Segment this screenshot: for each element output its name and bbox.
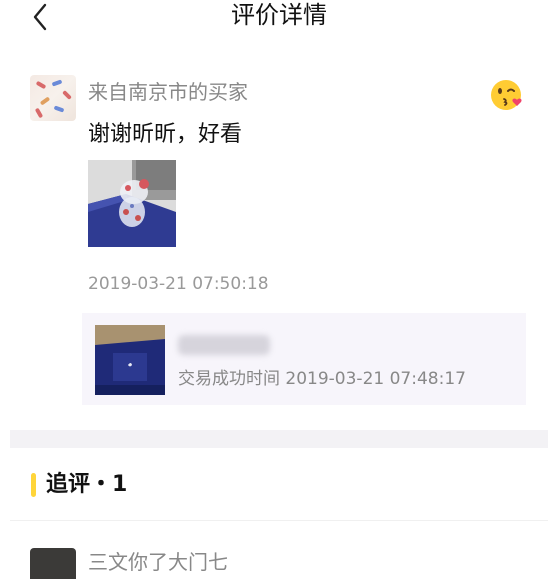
review-timestamp: 2019-03-21 07:50:18 xyxy=(88,274,269,294)
trade-success-time: 交易成功时间 2019-03-21 07:48:17 xyxy=(178,369,466,389)
product-name-blurred xyxy=(178,335,270,355)
followup-reviewer-avatar[interactable] xyxy=(30,548,76,579)
reviewer-avatar[interactable] xyxy=(30,75,76,121)
divider xyxy=(10,520,548,521)
followup-reviewer-name: 三文你了大门七 xyxy=(88,550,228,574)
kissing-face-heart-icon xyxy=(491,80,522,110)
nav-bar: 评价详情 xyxy=(0,0,558,40)
page-title: 评价详情 xyxy=(231,1,327,29)
followup-title: 追评・1 xyxy=(46,472,128,497)
section-accent-bar xyxy=(31,473,36,497)
product-card[interactable]: 交易成功时间 2019-03-21 07:48:17 xyxy=(82,313,526,405)
review-text: 谢谢昕昕，好看 xyxy=(88,122,243,147)
section-divider xyxy=(10,430,548,448)
review-photo[interactable] xyxy=(88,160,176,247)
reviewer-name: 来自南京市的买家 xyxy=(88,80,248,104)
product-thumbnail xyxy=(95,325,165,395)
review-detail-page: 评价详情 来自南京市的买家 谢谢昕昕，好看 2019-03-21 07:50:1… xyxy=(0,0,558,579)
